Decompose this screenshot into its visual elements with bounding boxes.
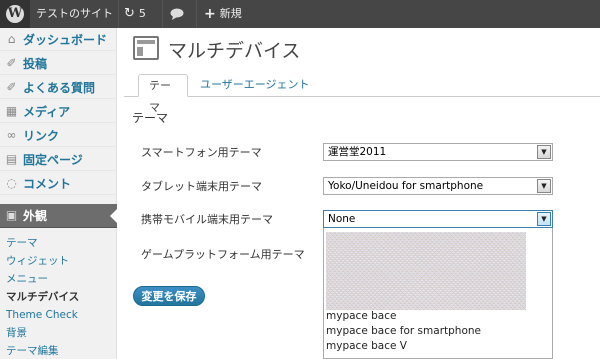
updates-count: 5 — [138, 7, 146, 20]
media-icon: ▦ — [5, 103, 18, 118]
mobile-theme-dropdown-list[interactable]: mypace bace mypace bace for smartphone m… — [323, 228, 553, 359]
dropdown-arrow-icon: ▼ — [537, 212, 551, 226]
pin-icon: ✐ — [6, 55, 17, 70]
comment-bubble-icon — [170, 8, 184, 20]
submenu-background[interactable]: 背景 — [0, 324, 117, 342]
plus-icon: + — [204, 6, 216, 22]
dropdown-option[interactable]: mypace bace for smartphone — [326, 325, 481, 337]
select-value: Yoko/Uneidou for smartphone — [328, 180, 484, 192]
updates-button[interactable]: ↻ 5 — [124, 0, 146, 28]
tab-theme[interactable]: テーマ — [138, 74, 188, 114]
submenu-theme-editor[interactable]: テーマ編集 — [0, 342, 117, 359]
wordpress-logo-button[interactable]: W — [0, 0, 30, 28]
menu-label: メディア — [23, 104, 71, 119]
appearance-page-icon — [133, 36, 159, 60]
tablet-theme-select[interactable]: Yoko/Uneidou for smartphone ▼ — [323, 177, 553, 195]
new-label: 新規 — [219, 7, 242, 20]
submenu-menus[interactable]: メニュー — [0, 270, 117, 288]
submenu-widgets[interactable]: ウィジェット — [0, 252, 117, 270]
submenu-themes[interactable]: テーマ — [0, 234, 117, 252]
comment-icon: ◌ — [6, 175, 17, 190]
menu-dashboard[interactable]: ⌂ ダッシュボード — [0, 28, 117, 51]
tablet-theme-label: タブレット端末用テーマ — [141, 180, 262, 193]
menu-pages[interactable]: ▤ 固定ページ — [0, 148, 117, 171]
wordpress-icon: W — [6, 5, 24, 23]
current-menu-arrow — [110, 208, 118, 224]
menu-label: リンク — [23, 128, 60, 143]
game-platform-theme-label: ゲームプラットフォーム用テーマ — [141, 248, 305, 261]
submenu-multi-device[interactable]: マルチデバイス — [0, 288, 117, 306]
menu-appearance[interactable]: ▣ 外観 — [0, 204, 118, 228]
appearance-icon: ▣ — [5, 208, 18, 222]
admin-bar: W テストのサイト ↻ 5 + 新規 — [0, 0, 600, 28]
page-icon: ▤ — [5, 151, 18, 166]
dropdown-option[interactable]: mypace bace V — [326, 340, 407, 352]
mobile-theme-select[interactable]: None ▼ — [323, 210, 553, 228]
smartphone-theme-select[interactable]: 運営堂2011 ▼ — [323, 143, 553, 161]
select-value: None — [328, 213, 356, 225]
site-name-link[interactable]: テストのサイト — [36, 0, 113, 28]
appearance-submenu: テーマ ウィジェット メニュー マルチデバイス Theme Check 背景 テ… — [0, 234, 117, 359]
comments-button[interactable] — [170, 0, 184, 28]
dropdown-arrow-icon: ▼ — [537, 145, 551, 159]
dropdown-arrow-icon: ▼ — [537, 179, 551, 193]
menu-media[interactable]: ▦ メディア — [0, 100, 117, 123]
menu-label: ダッシュボード — [23, 32, 108, 47]
site-name: テストのサイト — [36, 7, 113, 20]
obscured-options-area — [326, 232, 526, 310]
section-title: テーマ — [132, 111, 169, 125]
menu-faq[interactable]: ✐ よくある質問 — [0, 76, 117, 99]
divider — [162, 0, 163, 28]
refresh-icon: ↻ — [124, 6, 135, 21]
mobile-theme-label: 携帯モバイル端末用テーマ — [141, 213, 273, 226]
pin-icon: ✐ — [6, 79, 17, 94]
new-content-button[interactable]: + 新規 — [204, 0, 242, 28]
page-title: マルチデバイス — [168, 40, 301, 62]
divider — [118, 0, 119, 28]
save-changes-button[interactable]: 変更を保存 — [133, 286, 205, 306]
menu-label: コメント — [23, 176, 72, 191]
menu-comments[interactable]: ◌ コメント — [0, 172, 117, 195]
admin-sidebar: ⌂ ダッシュボード ✐ 投稿 ✐ よくある質問 ▦ メディア ∞ リンク ▤ 固… — [0, 28, 118, 359]
dashboard-icon: ⌂ — [7, 31, 16, 46]
dropdown-option[interactable]: mypace bace — [326, 310, 396, 322]
tab-user-agent[interactable]: ユーザーエージェント — [190, 74, 320, 97]
menu-links[interactable]: ∞ リンク — [0, 124, 117, 147]
submenu-theme-check[interactable]: Theme Check — [0, 306, 117, 324]
divider — [196, 0, 197, 28]
link-icon: ∞ — [6, 127, 17, 142]
menu-posts[interactable]: ✐ 投稿 — [0, 52, 117, 75]
select-value: 運営堂2011 — [328, 146, 387, 158]
menu-label: 固定ページ — [23, 152, 83, 167]
smartphone-theme-label: スマートフォン用テーマ — [141, 146, 262, 159]
menu-label: 外観 — [23, 209, 48, 223]
menu-label: よくある質問 — [23, 80, 96, 95]
menu-label: 投稿 — [23, 56, 48, 71]
